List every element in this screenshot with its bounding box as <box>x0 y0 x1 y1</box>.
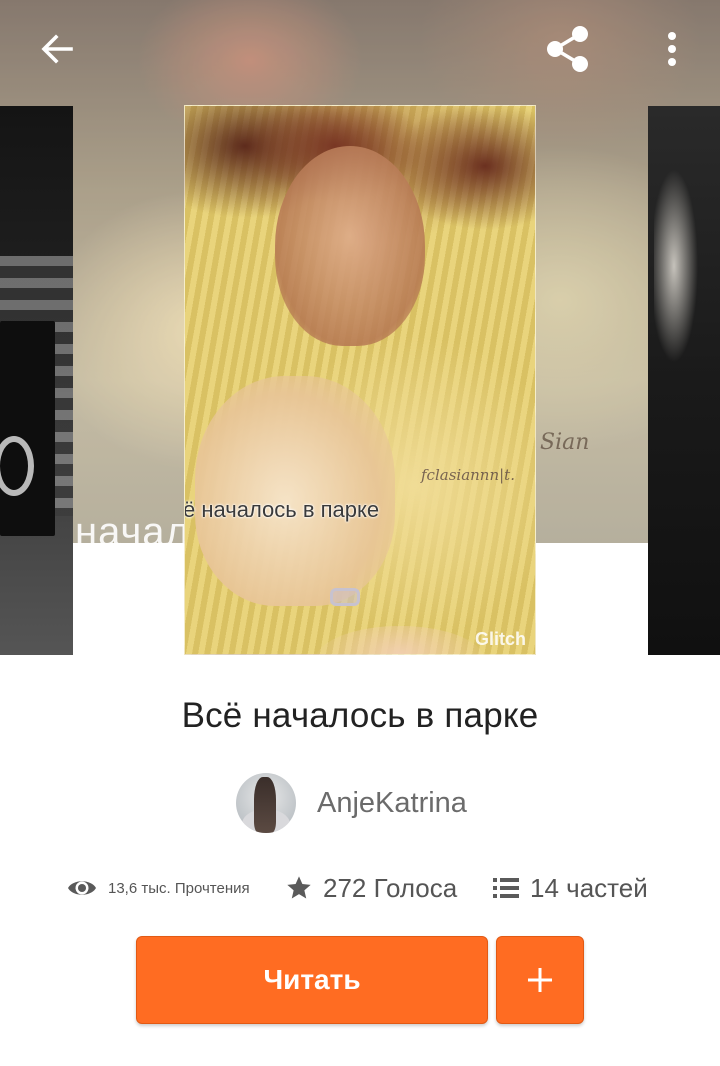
background-ghost-title: начал <box>75 510 190 554</box>
author-name[interactable]: AnjeKatrina <box>317 787 467 820</box>
list-icon <box>492 876 520 900</box>
story-title: Всё началось в парке <box>181 696 539 735</box>
author-profile-link[interactable]: AnjeKatrina <box>236 772 467 834</box>
share-button[interactable] <box>541 22 595 76</box>
eye-icon <box>66 876 98 900</box>
cover-signature: fclasiannn|t. <box>421 466 515 484</box>
cover-watermark: Glitch <box>475 629 527 649</box>
add-to-library-button[interactable] <box>496 936 584 1024</box>
parts-stat[interactable]: 14 частей <box>492 866 648 910</box>
votes-count: 272 Голоса <box>323 872 458 903</box>
cover-title-text: ё началось в парке <box>184 497 380 522</box>
reads-stat: 13,6 тыс. Прочтения <box>66 866 250 910</box>
plus-icon <box>528 968 552 992</box>
reads-count: 13,6 тыс. Прочтения <box>108 879 250 897</box>
back-button[interactable] <box>36 28 78 70</box>
story-cover-image: fclasiannn|t. ё началось в парке Glitch <box>184 105 536 655</box>
author-avatar[interactable] <box>236 773 296 833</box>
background-ghost-signature: Sian <box>540 430 590 455</box>
previous-story-cover[interactable] <box>0 106 73 655</box>
more-vertical-icon <box>668 32 676 66</box>
parts-count: 14 частей <box>530 872 648 903</box>
story-stats: 13,6 тыс. Прочтения 272 Голоса 14 частей <box>0 866 720 910</box>
votes-stat: 272 Голоса <box>285 866 457 910</box>
cover-carousel[interactable]: начал Sian fclasiannn|t. ё началось в па… <box>0 0 720 655</box>
next-story-cover[interactable] <box>648 106 720 655</box>
more-options-button[interactable] <box>654 28 690 70</box>
star-icon <box>285 874 313 902</box>
share-icon <box>547 26 588 72</box>
arrow-left-icon <box>41 34 73 64</box>
read-button[interactable]: Читать <box>136 936 488 1024</box>
